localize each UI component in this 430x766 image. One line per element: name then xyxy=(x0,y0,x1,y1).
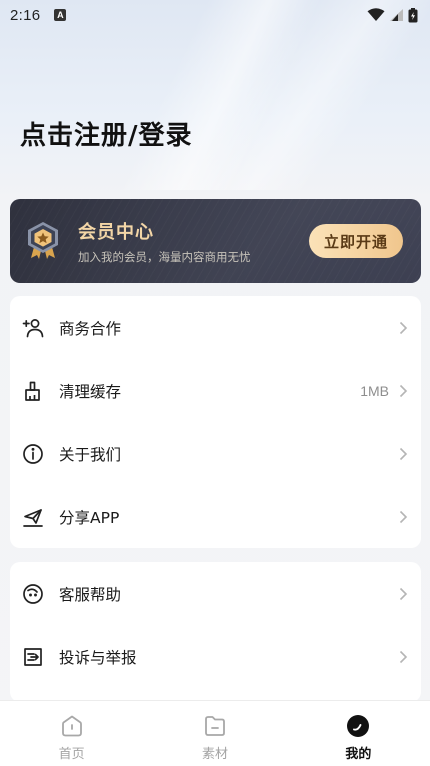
menu-item-report[interactable]: 投诉与举报 xyxy=(10,625,421,688)
folder-icon xyxy=(205,716,225,736)
vip-center-card[interactable]: 会员中心 加入我的会员，海量内容商用无忧 立即开通 xyxy=(10,199,421,283)
bottom-nav: 首页 素材 我的 xyxy=(0,700,430,766)
vip-subtitle: 加入我的会员，海量内容商用无忧 xyxy=(78,249,251,264)
menu-group-1: 商务合作 清理缓存 1MB 关于我们 分享APP xyxy=(10,296,421,548)
share-icon xyxy=(22,506,44,528)
battery-icon xyxy=(408,7,418,22)
menu-item-label: 分享APP xyxy=(59,508,120,527)
nav-label: 素材 xyxy=(201,747,228,762)
open-vip-button[interactable]: 立即开通 xyxy=(309,224,403,258)
vip-badge-icon xyxy=(28,222,58,259)
report-icon xyxy=(22,646,44,668)
help-icon xyxy=(22,583,44,605)
profile-icon xyxy=(347,715,370,737)
nav-label: 首页 xyxy=(58,747,85,762)
chevron-right-icon xyxy=(399,587,408,600)
signal-icon xyxy=(390,9,403,21)
status-time: 2:16 xyxy=(10,6,41,24)
chevron-right-icon xyxy=(399,384,408,397)
chevron-right-icon xyxy=(399,321,408,334)
vip-text: 会员中心 加入我的会员，海量内容商用无忧 xyxy=(78,218,251,265)
nav-materials[interactable]: 素材 xyxy=(143,701,286,766)
menu-item-label: 客服帮助 xyxy=(59,585,122,604)
wifi-icon xyxy=(367,8,385,21)
info-icon xyxy=(22,443,44,465)
vip-title: 会员中心 xyxy=(78,221,154,243)
nav-home[interactable]: 首页 xyxy=(0,701,143,766)
menu-item-label: 投诉与举报 xyxy=(59,648,137,667)
add-user-icon xyxy=(22,317,44,339)
home-icon xyxy=(61,715,82,737)
menu-item-label: 关于我们 xyxy=(59,445,122,464)
login-register-link[interactable]: 点击注册/登录 xyxy=(20,115,193,152)
status-bar: 2:16 A xyxy=(0,0,430,30)
nav-mine[interactable]: 我的 xyxy=(287,701,430,766)
notification-badge: A xyxy=(54,9,67,21)
menu-item-share[interactable]: 分享APP xyxy=(10,485,421,548)
menu-item-business[interactable]: 商务合作 xyxy=(10,296,421,359)
status-icons xyxy=(367,7,418,23)
chevron-right-icon xyxy=(399,510,408,523)
cache-size-value: 1MB xyxy=(360,382,389,399)
menu-item-label: 清理缓存 xyxy=(59,382,122,401)
menu-item-label: 商务合作 xyxy=(59,319,122,338)
broom-icon xyxy=(22,380,44,402)
menu-item-about[interactable]: 关于我们 xyxy=(10,422,421,485)
chevron-right-icon xyxy=(399,447,408,460)
menu-group-2: 客服帮助 投诉与举报 xyxy=(10,562,421,702)
menu-item-clear-cache[interactable]: 清理缓存 1MB xyxy=(10,359,421,422)
chevron-right-icon xyxy=(399,650,408,663)
nav-label: 我的 xyxy=(345,747,372,762)
menu-item-help[interactable]: 客服帮助 xyxy=(10,562,421,625)
